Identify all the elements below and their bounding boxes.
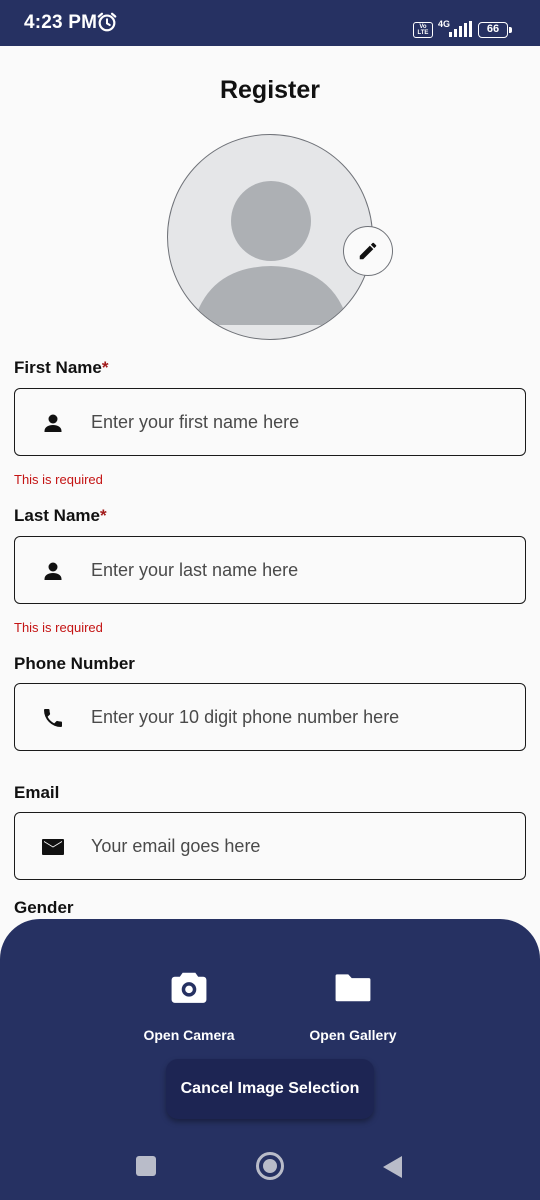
camera-icon (171, 972, 207, 1003)
person-icon (44, 562, 62, 580)
page-title: Register (219, 76, 321, 104)
last-name-placeholder: Enter your last name here (91, 560, 299, 580)
first-name-placeholder: Enter your first name here (91, 412, 300, 432)
open-camera-button[interactable]: Open Camera (119, 969, 259, 1043)
pencil-icon (359, 242, 377, 260)
folder-icon (335, 974, 371, 1002)
edit-avatar-button[interactable] (343, 226, 393, 276)
email-field[interactable]: Your email goes here (14, 812, 526, 880)
mail-icon (42, 839, 64, 855)
last-name-label: Last Name* (14, 506, 107, 526)
last-name-field[interactable]: Enter your last name here (14, 536, 526, 604)
open-camera-label: Open Camera (143, 1027, 235, 1043)
email-placeholder: Your email goes here (91, 836, 261, 856)
default-avatar-icon (193, 181, 349, 325)
signal-icon (449, 21, 472, 37)
volte-icon: Vo LTE (413, 22, 433, 38)
email-label: Email (14, 783, 60, 802)
gender-label: Gender (14, 898, 74, 917)
phone-field[interactable]: Enter your 10 digit phone number here (14, 683, 526, 751)
first-name-label-text: First Name (14, 358, 102, 377)
first-name-error: This is required (14, 472, 103, 487)
open-gallery-button[interactable]: Open Gallery (283, 969, 423, 1043)
battery-icon: 66 (478, 22, 512, 38)
last-name-label-text: Last Name (14, 506, 100, 525)
cancel-image-selection-button[interactable]: Cancel Image Selection (166, 1059, 374, 1119)
person-icon (44, 414, 62, 432)
phone-icon (44, 709, 62, 727)
recents-button[interactable] (136, 1156, 156, 1176)
alarm-icon (97, 12, 117, 32)
first-name-label: First Name* (14, 358, 109, 378)
back-button[interactable] (383, 1156, 402, 1178)
avatar[interactable] (167, 134, 373, 340)
open-gallery-label: Open Gallery (309, 1027, 397, 1043)
required-mark: * (99, 506, 107, 525)
system-nav-bar (0, 1134, 540, 1200)
phone-label: Phone Number (14, 654, 135, 673)
first-name-field[interactable]: Enter your first name here (14, 388, 526, 456)
home-button[interactable] (256, 1152, 284, 1180)
required-mark: * (101, 358, 109, 377)
status-time: 4:23 PM (24, 12, 98, 33)
status-bar: 4:23 PM Vo LTE 4G 66 (0, 0, 540, 46)
last-name-error: This is required (14, 620, 103, 635)
phone-placeholder: Enter your 10 digit phone number here (91, 707, 400, 727)
